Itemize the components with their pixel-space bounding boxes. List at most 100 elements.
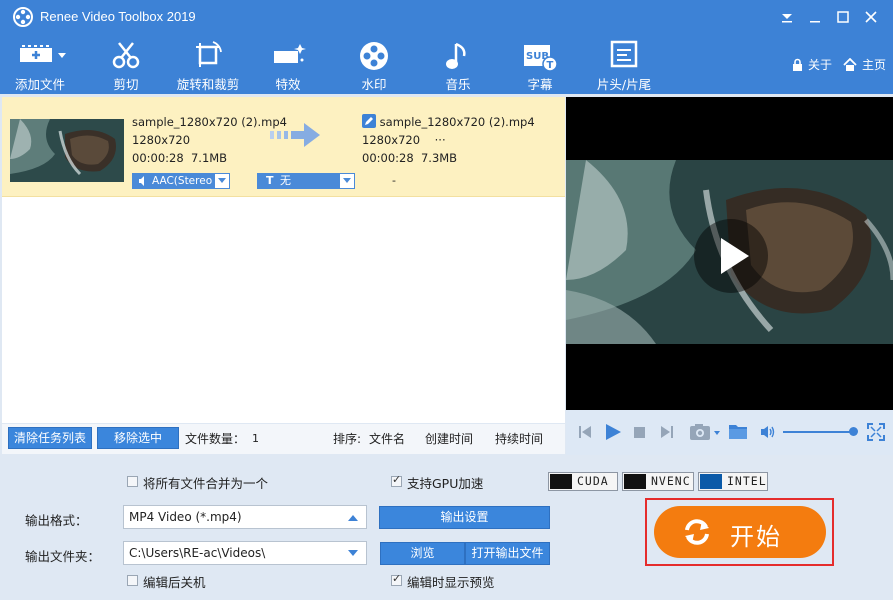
chevron-down-icon[interactable] bbox=[214, 174, 229, 188]
audio-track-select[interactable]: AAC(Stereo 4 bbox=[132, 173, 230, 189]
output-folder-select[interactable]: C:\Users\RE-ac\Videos\ bbox=[123, 541, 367, 565]
source-filename: sample_1280x720 (2).mp4 bbox=[132, 115, 288, 129]
edit-output-icon[interactable] bbox=[362, 114, 376, 128]
about-label: 关于 bbox=[808, 58, 833, 72]
volume-icon[interactable] bbox=[760, 425, 776, 439]
stop-icon[interactable] bbox=[634, 427, 645, 438]
text-icon: T bbox=[266, 174, 274, 187]
home-icon bbox=[843, 57, 857, 71]
lock-icon bbox=[793, 58, 802, 71]
toolbar-intro-outro[interactable]: 片头/片尾 bbox=[592, 34, 656, 94]
source-resolution: 1280x720 bbox=[132, 133, 191, 147]
merge-files-label: 将所有文件合并为一个 bbox=[143, 476, 269, 491]
toolbar-cut-label: 剪切 bbox=[113, 77, 139, 92]
output-resolution: 1280x720 bbox=[362, 133, 421, 147]
nvidia-icon bbox=[550, 474, 572, 489]
gpu-accel-checkbox[interactable] bbox=[391, 473, 402, 487]
shutdown-label: 编辑后关机 bbox=[143, 575, 206, 590]
toolbar-music-label: 音乐 bbox=[445, 77, 471, 92]
extra-value: - bbox=[392, 174, 396, 187]
source-thumbnail[interactable] bbox=[10, 119, 124, 182]
fullscreen-icon[interactable] bbox=[867, 423, 885, 441]
folder-icon[interactable] bbox=[728, 423, 748, 440]
nvidia-icon bbox=[624, 474, 646, 489]
output-filename: sample_1280x720 (2).mp4 bbox=[379, 115, 535, 129]
show-preview-label: 编辑时显示预览 bbox=[407, 575, 495, 590]
browse-button[interactable]: 浏览 bbox=[380, 542, 465, 565]
volume-slider[interactable] bbox=[783, 431, 853, 433]
output-duration: 00:00:28 bbox=[362, 151, 414, 165]
chevron-down-icon[interactable] bbox=[348, 550, 358, 557]
shutdown-checkbox[interactable] bbox=[127, 575, 138, 586]
clear-task-list-button[interactable]: 清除任务列表 bbox=[8, 427, 92, 449]
toolbar-intro-outro-label: 片头/片尾 bbox=[596, 77, 652, 92]
output-folder-value: C:\Users\RE-ac\Videos\ bbox=[129, 546, 266, 560]
about-button[interactable]: 关于 bbox=[792, 56, 832, 73]
toolbar-add-file[interactable]: 添加文件 bbox=[8, 34, 72, 94]
window-title: Renee Video Toolbox 2019 bbox=[40, 9, 196, 24]
snapshot-icon[interactable] bbox=[689, 423, 723, 441]
maximize-icon[interactable] bbox=[832, 6, 854, 28]
music-icon bbox=[446, 42, 466, 69]
toolbar-subtitle[interactable]: SUB T 字幕 bbox=[512, 34, 568, 94]
toolbar-rotate-crop-label: 旋转和裁剪 bbox=[176, 77, 240, 92]
toolbar-music[interactable]: 音乐 bbox=[430, 34, 486, 94]
video-preview[interactable] bbox=[566, 97, 893, 410]
output-format-label: 输出格式： bbox=[25, 513, 88, 528]
show-preview-checkbox[interactable] bbox=[391, 572, 402, 586]
dropdown-menu-icon[interactable] bbox=[776, 6, 798, 28]
output-size: 7.3MB bbox=[420, 151, 458, 165]
task-list: sample_1280x720 (2).mp4 1280x720 00:00:2… bbox=[2, 97, 565, 423]
open-output-folder-button[interactable]: 打开输出文件 bbox=[465, 542, 550, 565]
intel-label: INTEL bbox=[727, 474, 767, 488]
skip-forward-icon[interactable] bbox=[660, 425, 674, 439]
play-icon[interactable] bbox=[604, 423, 622, 441]
home-button[interactable]: 主页 bbox=[843, 56, 886, 73]
source-duration: 00:00:28 bbox=[132, 151, 184, 165]
intel-icon bbox=[700, 474, 722, 489]
volume-slider-handle[interactable] bbox=[849, 427, 858, 436]
sort-by-name[interactable]: 文件名 bbox=[369, 430, 405, 447]
cuda-label: CUDA bbox=[577, 474, 609, 488]
intel-badge: INTEL bbox=[698, 472, 768, 491]
svg-text:T: T bbox=[547, 60, 554, 71]
sort-by-created[interactable]: 创建时间 bbox=[425, 430, 473, 447]
player-controls bbox=[566, 410, 893, 455]
output-more-button[interactable]: ··· bbox=[435, 133, 446, 147]
chevron-up-icon[interactable] bbox=[348, 514, 358, 521]
remove-selected-button[interactable]: 移除选中 bbox=[97, 427, 179, 449]
chevron-down-icon[interactable] bbox=[339, 174, 354, 188]
watermark-icon bbox=[360, 42, 388, 70]
subtitle-select[interactable]: T 无 bbox=[257, 173, 355, 189]
output-format-select[interactable]: MP4 Video (*.mp4) bbox=[123, 505, 367, 529]
start-highlight: 开始 bbox=[645, 498, 834, 566]
toolbar-rotate-crop[interactable]: 旋转和裁剪 bbox=[172, 34, 244, 94]
toolbar-watermark-label: 水印 bbox=[361, 77, 387, 92]
subtitle-icon: SUB T bbox=[524, 42, 558, 72]
toolbar-add-file-label: 添加文件 bbox=[14, 77, 65, 92]
scissors-icon bbox=[112, 42, 140, 69]
merge-files-checkbox[interactable] bbox=[127, 476, 138, 487]
app-logo-icon bbox=[13, 7, 33, 27]
add-file-icon bbox=[20, 44, 66, 66]
title-bar: Renee Video Toolbox 2019 bbox=[0, 0, 893, 34]
toolbar-watermark[interactable]: 水印 bbox=[346, 34, 402, 94]
toolbar-subtitle-label: 字幕 bbox=[527, 77, 553, 92]
toolbar-cut[interactable]: 剪切 bbox=[98, 34, 154, 94]
nvenc-badge: NVENC bbox=[622, 472, 694, 491]
play-overlay-icon[interactable] bbox=[693, 218, 769, 294]
start-button[interactable]: 开始 bbox=[654, 506, 826, 558]
rotate-crop-icon bbox=[196, 41, 222, 67]
output-format-value: MP4 Video (*.mp4) bbox=[129, 510, 242, 524]
minimize-icon[interactable] bbox=[804, 6, 826, 28]
main-toolbar: 添加文件 剪切 旋转和裁剪 特效 水印 音乐 SUB T 字幕 片头/片尾 关于… bbox=[0, 34, 893, 94]
refresh-icon bbox=[685, 519, 709, 545]
toolbar-effects[interactable]: 特效 bbox=[260, 34, 316, 94]
close-icon[interactable] bbox=[860, 6, 882, 28]
output-settings-button[interactable]: 输出设置 bbox=[379, 506, 550, 529]
sort-by-duration[interactable]: 持续时间 bbox=[495, 430, 543, 447]
task-row[interactable]: sample_1280x720 (2).mp4 1280x720 00:00:2… bbox=[2, 97, 565, 197]
effects-icon bbox=[274, 44, 306, 66]
subtitle-value: 无 bbox=[280, 174, 291, 187]
skip-back-icon[interactable] bbox=[578, 425, 592, 439]
